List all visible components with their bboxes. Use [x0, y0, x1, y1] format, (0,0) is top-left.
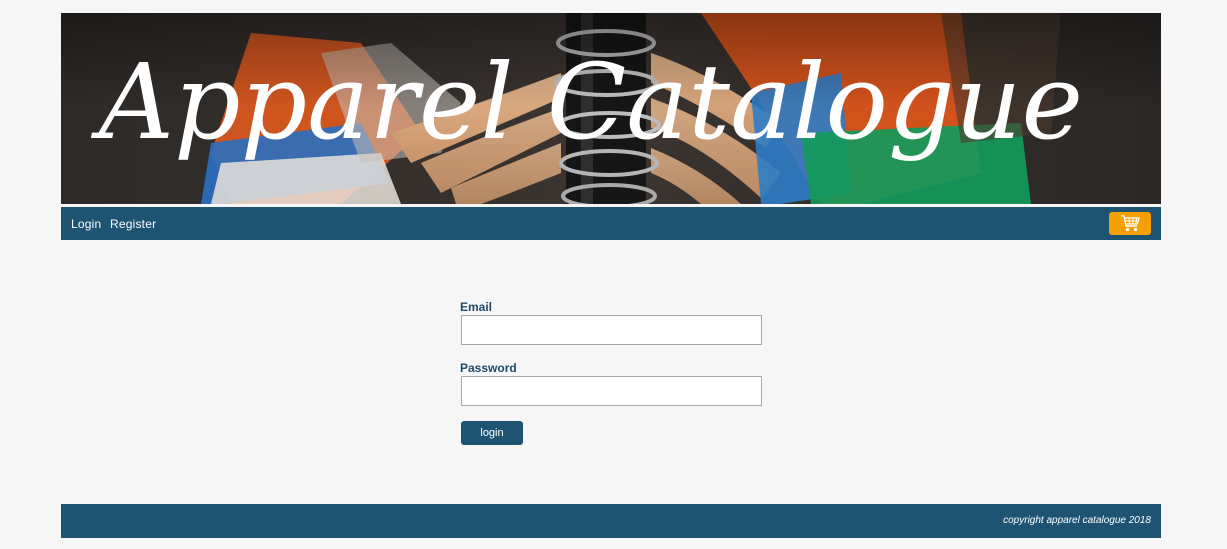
- footer: copyright apparel catalogue 2018: [61, 504, 1161, 538]
- copyright-text: copyright apparel catalogue 2018: [1003, 515, 1151, 526]
- nav-bar: Login Register: [61, 207, 1161, 240]
- email-label: Email: [460, 300, 493, 314]
- email-field[interactable]: [461, 315, 762, 345]
- login-button[interactable]: login: [461, 421, 523, 445]
- header-banner: Apparel Catalogue: [61, 13, 1161, 204]
- nav-login-link[interactable]: Login: [71, 217, 101, 231]
- shopping-cart-icon: [1121, 215, 1140, 232]
- login-form: Email Password login: [460, 300, 762, 445]
- nav-register-link[interactable]: Register: [110, 217, 156, 231]
- password-field[interactable]: [461, 376, 762, 406]
- cart-button[interactable]: [1109, 212, 1151, 235]
- page: Apparel Catalogue Login Register Email P…: [0, 0, 1227, 549]
- banner-image: Apparel Catalogue: [61, 13, 1161, 204]
- password-label: Password: [460, 361, 517, 375]
- banner-title: Apparel Catalogue: [91, 41, 1083, 163]
